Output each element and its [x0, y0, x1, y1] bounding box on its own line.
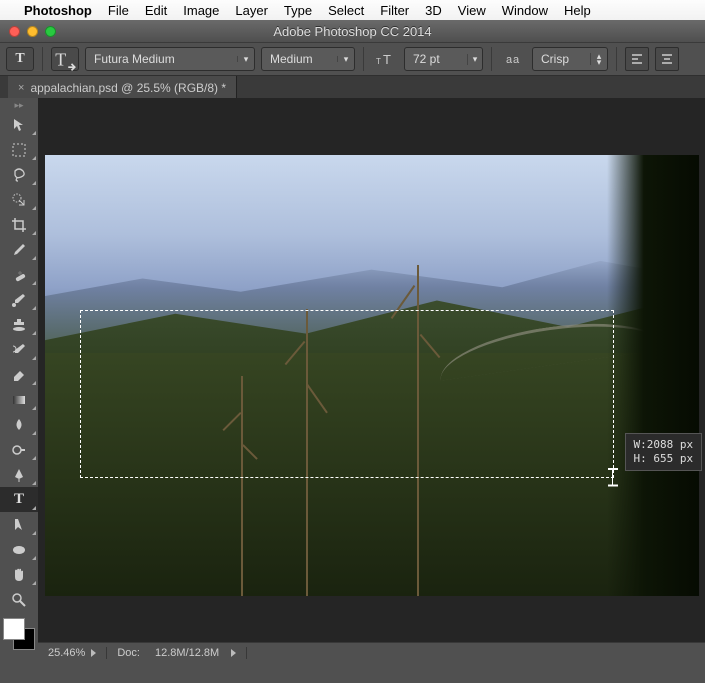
tab-label: appalachian.psd @ 25.5% (RGB/8) * — [30, 81, 226, 95]
healing-brush-tool[interactable] — [0, 262, 38, 287]
eraser-tool[interactable] — [0, 362, 38, 387]
crop-tool[interactable] — [0, 212, 38, 237]
history-brush-tool[interactable] — [0, 337, 38, 362]
menu-layer[interactable]: Layer — [235, 3, 268, 18]
eyedropper-tool[interactable] — [0, 237, 38, 262]
font-size-value: 72 pt — [405, 52, 467, 66]
text-cursor-icon — [606, 468, 620, 486]
document-tab[interactable]: × appalachian.psd @ 25.5% (RGB/8) * — [8, 76, 237, 100]
zoom-level[interactable]: 25.46% — [38, 647, 107, 659]
mac-menubar: Photoshop File Edit Image Layer Type Sel… — [0, 0, 705, 21]
svg-text:T: T — [383, 52, 391, 67]
menu-image[interactable]: Image — [183, 3, 219, 18]
hand-tool[interactable] — [0, 562, 38, 587]
antialias-value: Crisp — [533, 52, 590, 66]
align-left-button[interactable] — [625, 47, 649, 71]
menu-type[interactable]: Type — [284, 3, 312, 18]
status-bar: 25.46% Doc: 12.8M/12.8M — [38, 642, 705, 663]
tab-grip-icon[interactable]: ⋮⋮ — [0, 76, 8, 100]
blur-tool[interactable] — [0, 412, 38, 437]
font-style-dropdown[interactable]: Medium ▾ — [261, 47, 355, 71]
svg-text:T: T — [376, 57, 381, 66]
gradient-tool[interactable] — [0, 387, 38, 412]
align-center-button[interactable] — [655, 47, 679, 71]
text-orientation-button[interactable]: T — [51, 47, 79, 71]
chevron-down-icon: ▾ — [337, 56, 354, 62]
doc-size[interactable]: Doc: 12.8M/12.8M — [107, 647, 247, 659]
marquee-tool[interactable] — [0, 137, 38, 162]
tool-preset-button[interactable]: T — [6, 47, 34, 71]
type-tool-glyph: T — [15, 51, 24, 67]
brush-tool[interactable] — [0, 287, 38, 312]
svg-text:a: a — [513, 54, 520, 66]
menu-view[interactable]: View — [458, 3, 486, 18]
chevron-down-icon: ▾ — [237, 56, 254, 62]
font-style-value: Medium — [262, 52, 337, 66]
dodge-tool[interactable] — [0, 437, 38, 462]
antialias-icon: aa — [500, 48, 526, 70]
menu-filter[interactable]: Filter — [380, 3, 409, 18]
toolbox: ▸▸ T — [0, 98, 39, 663]
photoshop-window: Adobe Photoshop CC 2014 T T Futura Mediu… — [0, 20, 705, 683]
type-bounding-box[interactable] — [80, 310, 614, 478]
clone-stamp-tool[interactable] — [0, 312, 38, 337]
menu-file[interactable]: File — [108, 3, 129, 18]
chevron-down-icon: ▾ — [467, 54, 482, 65]
path-select-tool[interactable] — [0, 512, 38, 537]
lasso-tool[interactable] — [0, 162, 38, 187]
quick-select-tool[interactable] — [0, 187, 38, 212]
canvas-viewport[interactable]: W:2088 px H: 655 px — [38, 98, 705, 663]
menu-help[interactable]: Help — [564, 3, 591, 18]
document-canvas[interactable]: W:2088 px H: 655 px — [45, 155, 699, 596]
antialias-dropdown[interactable]: Crisp ▴▾ — [532, 47, 608, 71]
chevron-right-icon — [231, 649, 236, 657]
menu-edit[interactable]: Edit — [145, 3, 167, 18]
chevron-right-icon — [91, 649, 96, 657]
font-family-value: Futura Medium — [86, 52, 237, 66]
foreground-color-swatch[interactable] — [3, 618, 25, 640]
move-tool[interactable] — [0, 112, 38, 137]
menu-select[interactable]: Select — [328, 3, 364, 18]
color-swatches[interactable] — [3, 618, 35, 650]
window-titlebar: Adobe Photoshop CC 2014 — [0, 20, 705, 42]
type-tool[interactable]: T — [0, 487, 38, 512]
chevron-updown-icon: ▴▾ — [590, 53, 607, 65]
window-title: Adobe Photoshop CC 2014 — [0, 24, 705, 39]
font-size-icon: TT — [372, 48, 398, 70]
menu-window[interactable]: Window — [502, 3, 548, 18]
shape-tool[interactable] — [0, 537, 38, 562]
app-menu[interactable]: Photoshop — [24, 3, 92, 18]
font-size-input[interactable]: 72 pt ▾ — [404, 47, 483, 71]
menu-3d[interactable]: 3D — [425, 3, 442, 18]
work-area: ▸▸ T — [0, 98, 705, 663]
toolbox-expand-grip[interactable]: ▸▸ — [0, 98, 38, 112]
options-bar: T T Futura Medium ▾ Medium ▾ TT 72 pt ▾ … — [0, 42, 705, 76]
tab-close-button[interactable]: × — [18, 82, 24, 94]
dimensions-tooltip: W:2088 px H: 655 px — [625, 433, 703, 471]
font-family-dropdown[interactable]: Futura Medium ▾ — [85, 47, 255, 71]
svg-text:T: T — [55, 50, 66, 70]
zoom-tool[interactable] — [0, 587, 38, 612]
svg-text:a: a — [506, 54, 513, 66]
pen-tool[interactable] — [0, 462, 38, 487]
